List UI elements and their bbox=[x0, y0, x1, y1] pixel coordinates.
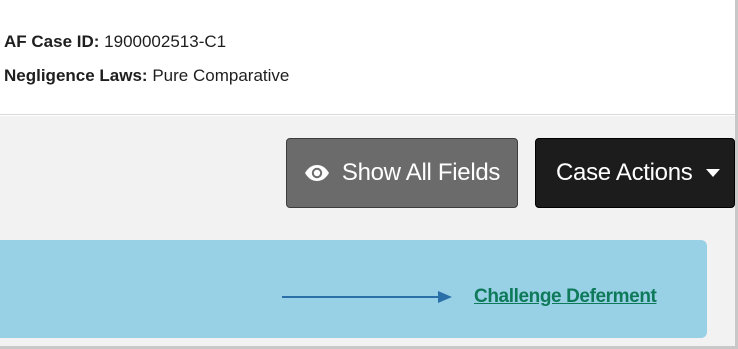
case-actions-label: Case Actions bbox=[556, 159, 693, 186]
negligence-laws-value: Pure Comparative bbox=[152, 66, 290, 85]
case-actions-button[interactable]: Case Actions bbox=[535, 138, 735, 208]
arrow-right-icon bbox=[282, 291, 452, 303]
case-id-label: AF Case ID: bbox=[4, 32, 100, 51]
case-id-value: 1900002513-C1 bbox=[104, 32, 227, 51]
show-all-fields-button[interactable]: Show All Fields bbox=[286, 138, 518, 208]
negligence-laws-label: Negligence Laws: bbox=[4, 66, 148, 85]
case-id-row: AF Case ID: 1900002513-C1 bbox=[4, 31, 226, 53]
challenge-deferment-link[interactable]: Challenge Deferment bbox=[474, 284, 657, 310]
negligence-laws-row: Negligence Laws: Pure Comparative bbox=[4, 65, 289, 87]
caret-down-icon bbox=[706, 169, 721, 177]
eye-icon bbox=[304, 165, 329, 181]
case-info-panel: AF Case ID: 1900002513-C1 Negligence Law… bbox=[0, 0, 735, 115]
show-all-fields-label: Show All Fields bbox=[341, 159, 501, 186]
